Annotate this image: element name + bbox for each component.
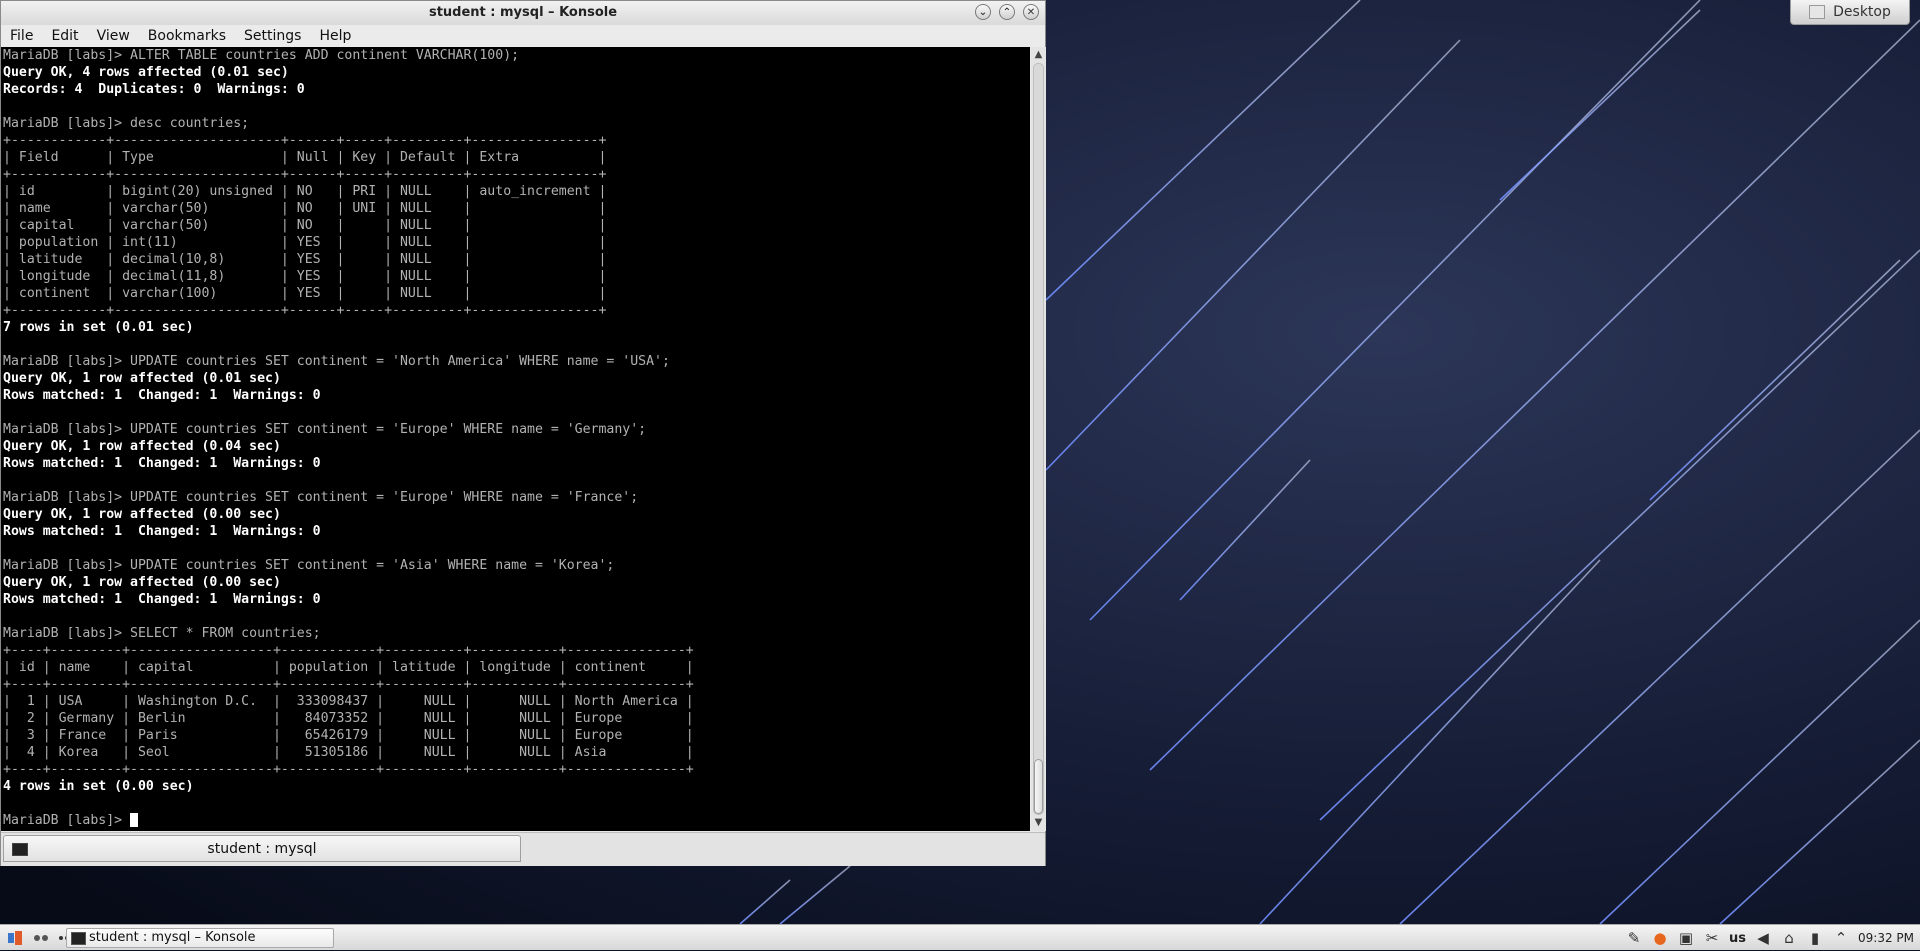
terminal-area[interactable]: MariaDB [labs]> ALTER TABLE countries AD…: [1, 47, 1030, 831]
terminal-line: Query OK, 1 row affected (0.04 sec): [3, 439, 281, 454]
menu-view[interactable]: View: [88, 25, 139, 47]
terminal-line: Query OK, 1 row affected (0.01 sec): [3, 371, 281, 386]
scroll-up-icon[interactable]: ▲: [1031, 48, 1046, 62]
terminal-line: | capital | varchar(50) | NO | | NULL | …: [3, 218, 607, 233]
tab-label: student : mysql: [207, 841, 317, 857]
menu-file[interactable]: File: [1, 25, 42, 47]
terminal-line: | 4 | Korea | Seol | 51305186 | NULL | N…: [3, 745, 694, 760]
terminal-line: Rows matched: 1 Changed: 1 Warnings: 0: [3, 388, 321, 403]
desktop-button-label: Desktop: [1833, 4, 1891, 20]
close-icon[interactable]: ✕: [1023, 4, 1039, 20]
taskbar: student : mysql – Konsole ✎ ● ▣ ✂ us ◀ ⌂…: [0, 924, 1920, 950]
terminal-line: MariaDB [labs]> UPDATE countries SET con…: [3, 490, 639, 505]
terminal-line: | 2 | Germany | Berlin | 84073352 | NULL…: [3, 711, 694, 726]
terminal-line: +----+---------+------------------+-----…: [3, 643, 694, 658]
maximize-icon[interactable]: ⌃: [999, 4, 1015, 20]
desktop-button[interactable]: Desktop: [1790, 0, 1910, 25]
terminal-output: MariaDB [labs]> ALTER TABLE countries AD…: [1, 47, 1030, 812]
konsole-window: student : mysql – Konsole ⌄ ⌃ ✕ File Edi…: [0, 0, 1046, 866]
terminal-line: Query OK, 1 row affected (0.00 sec): [3, 575, 281, 590]
minimize-icon[interactable]: ⌄: [975, 4, 991, 20]
scroll-down-icon[interactable]: ▼: [1031, 816, 1046, 830]
taskbar-item-konsole[interactable]: student : mysql – Konsole: [66, 928, 334, 948]
terminal-line: +----+---------+------------------+-----…: [3, 762, 694, 777]
terminal-icon: [12, 843, 28, 856]
terminal-line: | longitude | decimal(11,8) | YES | | NU…: [3, 269, 607, 284]
terminal-prompt-line[interactable]: MariaDB [labs]>: [1, 812, 1030, 829]
terminal-line: +----+---------+------------------+-----…: [3, 677, 694, 692]
terminal-line: MariaDB [labs]> SELECT * FROM countries;: [3, 626, 321, 641]
menu-settings[interactable]: Settings: [235, 25, 310, 47]
terminal-line: MariaDB [labs]> UPDATE countries SET con…: [3, 354, 670, 369]
menu-bookmarks[interactable]: Bookmarks: [139, 25, 235, 47]
terminal-line: | population | int(11) | YES | | NULL | …: [3, 235, 607, 250]
terminal-line: Rows matched: 1 Changed: 1 Warnings: 0: [3, 456, 321, 471]
menu-bar: File Edit View Bookmarks Settings Help: [1, 25, 1045, 47]
terminal-line: | id | name | capital | population | lat…: [3, 660, 694, 675]
terminal-line: Rows matched: 1 Changed: 1 Warnings: 0: [3, 524, 321, 539]
terminal-scrollbar[interactable]: ▲ ▼: [1031, 47, 1046, 831]
network-icon[interactable]: ⌂: [1780, 929, 1798, 947]
terminal-line: | 3 | France | Paris | 65426179 | NULL |…: [3, 728, 694, 743]
terminal-line: Records: 4 Duplicates: 0 Warnings: 0: [3, 82, 305, 97]
tab-bar: student : mysql: [1, 832, 1045, 866]
firefox-icon[interactable]: ●: [1651, 929, 1669, 947]
terminal-line: | 1 | USA | Washington D.C. | 333098437 …: [3, 694, 694, 709]
terminal-line: | id | bigint(20) unsigned | NO | PRI | …: [3, 184, 607, 199]
scrollbar-track[interactable]: [1033, 63, 1044, 815]
window-titlebar[interactable]: student : mysql – Konsole ⌄ ⌃ ✕: [1, 1, 1045, 25]
terminal-line: MariaDB [labs]> ALTER TABLE countries AD…: [3, 48, 520, 63]
menu-edit[interactable]: Edit: [42, 25, 87, 47]
terminal-line: MariaDB [labs]> desc countries;: [3, 116, 250, 131]
terminal-line: | continent | varchar(100) | YES | | NUL…: [3, 286, 607, 301]
terminal-cursor: [130, 813, 139, 827]
terminal-line: +------------+---------------------+----…: [3, 133, 607, 148]
clock[interactable]: 09:32 PM: [1858, 931, 1914, 945]
terminal-line: | Field | Type | Null | Key | Default | …: [3, 150, 607, 165]
terminal-prompt: MariaDB [labs]>: [3, 813, 131, 828]
volume-icon[interactable]: ◀: [1754, 929, 1772, 947]
terminal-icon: [71, 932, 86, 945]
window-title: student : mysql – Konsole: [428, 5, 618, 20]
terminal-line: | name | varchar(50) | NO | UNI | NULL |…: [3, 201, 607, 216]
terminal-line: MariaDB [labs]> UPDATE countries SET con…: [3, 558, 615, 573]
tray-expand-icon[interactable]: ⌃: [1832, 929, 1850, 947]
activities-icon[interactable]: [30, 927, 52, 949]
menu-help[interactable]: Help: [310, 25, 360, 47]
scrollbar-thumb[interactable]: [1034, 759, 1043, 814]
terminal-line: +------------+---------------------+----…: [3, 303, 607, 318]
terminal-line: Rows matched: 1 Changed: 1 Warnings: 0: [3, 592, 321, 607]
pen-icon[interactable]: ✎: [1625, 929, 1643, 947]
terminal-line: | latitude | decimal(10,8) | YES | | NUL…: [3, 252, 607, 267]
terminal-launcher-icon[interactable]: ▣: [1677, 929, 1695, 947]
terminal-line: 7 rows in set (0.01 sec): [3, 320, 194, 335]
terminal-line: Query OK, 1 row affected (0.00 sec): [3, 507, 281, 522]
desktop-icon: [1809, 5, 1826, 19]
battery-icon[interactable]: ▮: [1806, 929, 1824, 947]
terminal-line: 4 rows in set (0.00 sec): [3, 779, 194, 794]
scissors-icon[interactable]: ✂: [1703, 929, 1721, 947]
terminal-line: +------------+---------------------+----…: [3, 167, 607, 182]
system-tray: ✎ ● ▣ ✂ us ◀ ⌂ ▮ ⌃ 09:32 PM: [1625, 925, 1920, 951]
terminal-line: Query OK, 4 rows affected (0.01 sec): [3, 65, 289, 80]
window-controls: ⌄ ⌃ ✕: [975, 4, 1039, 20]
tab-student-mysql[interactable]: student : mysql: [3, 835, 521, 862]
taskbar-item-label: student : mysql – Konsole: [89, 930, 256, 945]
terminal-line: MariaDB [labs]> UPDATE countries SET con…: [3, 422, 647, 437]
start-menu-icon[interactable]: [4, 927, 26, 949]
keyboard-layout[interactable]: us: [1729, 931, 1746, 946]
